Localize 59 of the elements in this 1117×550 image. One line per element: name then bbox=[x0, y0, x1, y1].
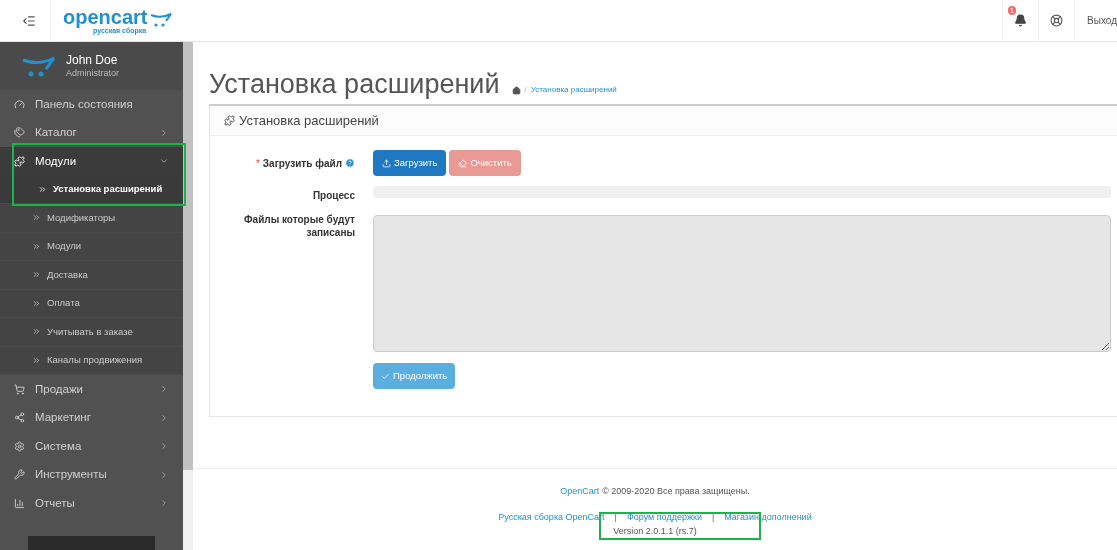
double-chevron-icon bbox=[32, 270, 41, 280]
submenu-item[interactable]: Модификаторы bbox=[0, 204, 183, 233]
footer-link[interactable]: Магазин дополнений bbox=[724, 510, 812, 524]
double-chevron-icon bbox=[32, 327, 41, 337]
wrench-icon bbox=[14, 469, 25, 481]
sidebar-item[interactable]: Маркетинг bbox=[0, 403, 183, 432]
submenu-item[interactable]: Оплата bbox=[0, 289, 183, 318]
logo-name: opencart bbox=[63, 7, 148, 27]
settings-icon bbox=[14, 440, 25, 452]
help-icon bbox=[345, 158, 355, 168]
double-chevron-icon bbox=[32, 355, 41, 365]
puzzle-icon bbox=[14, 155, 25, 167]
submenu-item[interactable]: Доставка bbox=[0, 261, 183, 290]
home-icon bbox=[511, 85, 521, 95]
sidebar-item[interactable]: Инструменты bbox=[0, 460, 183, 489]
sidebar-item[interactable]: Модули bbox=[0, 147, 183, 176]
double-chevron-icon bbox=[32, 298, 41, 308]
sidebar-item[interactable]: Система bbox=[0, 432, 183, 461]
submenu-item[interactable]: Установка расширений bbox=[0, 175, 183, 204]
page-title: Установка расширений bbox=[209, 71, 500, 98]
submenu-item[interactable]: Учитывать в заказе bbox=[0, 318, 183, 347]
eraser-icon bbox=[458, 158, 468, 168]
sidebar-item[interactable]: Отчеты bbox=[0, 489, 183, 518]
double-chevron-icon bbox=[38, 184, 47, 194]
bar-chart-icon bbox=[14, 497, 25, 509]
breadcrumb-separator: / bbox=[524, 84, 527, 96]
sidebar-item[interactable]: Продажи bbox=[0, 375, 183, 404]
required-mark: * bbox=[255, 156, 260, 171]
tags-icon bbox=[14, 127, 25, 139]
logout-link[interactable]: Выход bbox=[1074, 0, 1117, 42]
double-chevron-icon bbox=[32, 213, 41, 223]
user-name: John Doe bbox=[66, 52, 119, 68]
submenu-item[interactable]: Модули bbox=[0, 232, 183, 261]
breadcrumb-link[interactable]: Установка расширений bbox=[530, 84, 617, 96]
sidebar-item[interactable]: Каталог bbox=[0, 118, 183, 147]
submenu-item[interactable]: Каналы продвижения bbox=[0, 346, 183, 375]
copyright-text: © 2009-2020 Все права защищены. bbox=[602, 485, 750, 498]
field-label: Файлы которые будут записаны bbox=[243, 213, 355, 240]
version-text: Version 2.0.1.1 (rs.7) bbox=[613, 525, 697, 538]
cart-icon bbox=[14, 383, 25, 395]
field-label: Загрузить файл bbox=[262, 156, 342, 171]
bell-icon bbox=[1014, 14, 1028, 27]
lifebuoy-icon bbox=[1050, 14, 1064, 27]
footer-link[interactable]: Форум поддержки bbox=[626, 510, 702, 524]
user-role: Administrator bbox=[66, 67, 119, 80]
sidebar-item[interactable]: Панель состояния bbox=[0, 90, 183, 119]
menu-icon[interactable] bbox=[22, 13, 36, 28]
upload-icon bbox=[382, 158, 391, 168]
cart-logo-icon bbox=[22, 54, 56, 78]
check-icon bbox=[381, 371, 390, 381]
cart-logo-icon bbox=[150, 13, 173, 27]
share-icon bbox=[14, 412, 25, 424]
puzzle-icon bbox=[224, 115, 235, 126]
upload-button[interactable]: Загрузить bbox=[373, 150, 447, 176]
gauge-icon bbox=[14, 98, 25, 110]
footer-link[interactable]: OpenCart bbox=[560, 485, 600, 499]
field-label: Процесс bbox=[311, 189, 355, 203]
panel-title: Установка расширений bbox=[239, 111, 379, 130]
double-chevron-icon bbox=[32, 241, 41, 251]
